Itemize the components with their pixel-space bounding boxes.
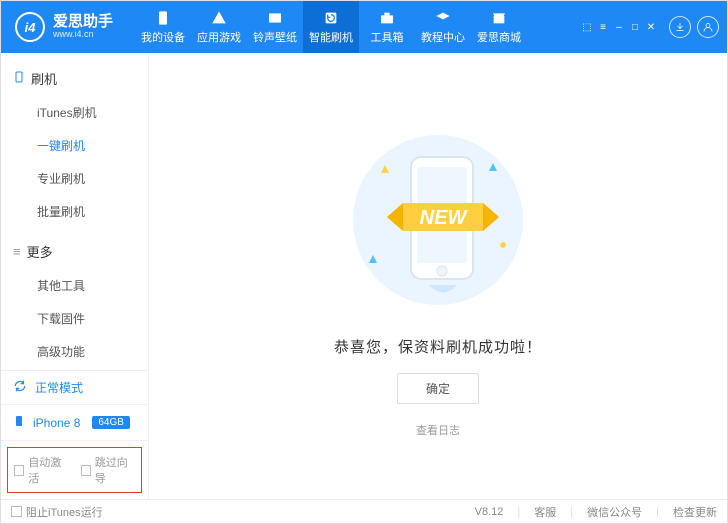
sync-icon — [13, 379, 27, 396]
menu-icon[interactable]: ≡ — [597, 21, 609, 33]
close-icon[interactable]: ✕ — [645, 21, 657, 33]
nav-my-device[interactable]: 我的设备 — [135, 1, 191, 53]
sidebar-section-title: 更多 — [27, 242, 53, 261]
store-icon — [490, 9, 508, 27]
nav-label: 爱思商城 — [477, 29, 521, 45]
skin-icon[interactable]: ⬚ — [581, 21, 593, 33]
nav-label: 应用游戏 — [197, 29, 241, 45]
nav-apps[interactable]: 应用游戏 — [191, 1, 247, 53]
success-illustration: NEW — [333, 125, 543, 318]
sidebar-item-batch-flash[interactable]: 批量刷机 — [1, 195, 148, 228]
device-mode[interactable]: 正常模式 — [1, 371, 148, 405]
brand-badge: i4 — [15, 12, 45, 42]
window-controls: ⬚ ≡ – □ ✕ — [581, 21, 657, 33]
minimize-icon[interactable]: – — [613, 21, 625, 33]
apps-icon — [210, 9, 228, 27]
nav-label: 工具箱 — [371, 29, 404, 45]
nav-toolbox[interactable]: 工具箱 — [359, 1, 415, 53]
sidebar-item-advanced[interactable]: 高级功能 — [1, 335, 148, 368]
ok-button[interactable]: 确定 — [397, 373, 479, 404]
sidebar-item-other-tools[interactable]: 其他工具 — [1, 269, 148, 302]
sidebar: 刷机 iTunes刷机 一键刷机 专业刷机 批量刷机 ≡ 更多 其他工具 下载固… — [1, 53, 149, 499]
image-icon — [266, 9, 284, 27]
nav-flash[interactable]: 智能刷机 — [303, 1, 359, 53]
refresh-icon — [322, 9, 340, 27]
sidebar-item-pro-flash[interactable]: 专业刷机 — [1, 162, 148, 195]
status-bar: 阻止iTunes运行 V8.12 | 客服 | 微信公众号 | 检查更新 — [1, 499, 727, 523]
nav-tutorials[interactable]: 教程中心 — [415, 1, 471, 53]
version-label: V8.12 — [475, 506, 504, 518]
maximize-icon[interactable]: □ — [629, 21, 641, 33]
device-storage-badge: 64GB — [92, 416, 130, 429]
sidebar-item-itunes-flash[interactable]: iTunes刷机 — [1, 96, 148, 129]
device-row[interactable]: iPhone 8 64GB — [1, 405, 148, 441]
device-mode-label: 正常模式 — [35, 379, 83, 396]
banner-text: NEW — [420, 207, 469, 229]
nav-label: 铃声壁纸 — [253, 29, 297, 45]
phone-icon — [154, 9, 172, 27]
list-icon: ≡ — [13, 244, 21, 259]
brand-url: www.i4.cn — [53, 30, 113, 40]
checkbox-auto-activate[interactable]: 自动激活 — [14, 454, 69, 486]
device-phone-icon — [13, 413, 25, 432]
sidebar-section-title: 刷机 — [31, 69, 57, 88]
flash-options-highlight: 自动激活 跳过向导 — [7, 447, 142, 493]
user-button[interactable] — [697, 16, 719, 38]
nav-label: 我的设备 — [141, 29, 185, 45]
nav-store[interactable]: 爱思商城 — [471, 1, 527, 53]
success-message: 恭喜您，保资料刷机成功啦！ — [334, 336, 542, 357]
graduation-icon — [434, 9, 452, 27]
status-link-support[interactable]: 客服 — [534, 504, 556, 520]
checkbox-label: 阻止iTunes运行 — [26, 504, 103, 520]
checkbox-block-itunes[interactable]: 阻止iTunes运行 — [11, 504, 103, 520]
main-content: NEW 恭喜您，保资料刷机成功啦！ 确定 查看日志 — [149, 53, 727, 499]
phone-outline-icon — [13, 70, 25, 87]
top-nav: 我的设备 应用游戏 铃声壁纸 智能刷机 工具箱 教程中心 — [135, 1, 527, 53]
toolbox-icon — [378, 9, 396, 27]
checkbox-skip-wizard[interactable]: 跳过向导 — [81, 454, 136, 486]
app-header: i4 爱思助手 www.i4.cn 我的设备 应用游戏 铃声壁纸 智能刷机 — [1, 1, 727, 53]
sidebar-section-flash[interactable]: 刷机 — [1, 63, 148, 94]
nav-ringtones[interactable]: 铃声壁纸 — [247, 1, 303, 53]
status-link-wechat[interactable]: 微信公众号 — [587, 504, 642, 520]
status-link-update[interactable]: 检查更新 — [673, 504, 717, 520]
checkbox-label: 跳过向导 — [95, 454, 135, 486]
sidebar-section-more[interactable]: ≡ 更多 — [1, 236, 148, 267]
brand-name: 爱思助手 — [53, 14, 113, 31]
view-log-link[interactable]: 查看日志 — [416, 422, 460, 438]
nav-label: 教程中心 — [421, 29, 465, 45]
download-button[interactable] — [669, 16, 691, 38]
sidebar-item-download-firmware[interactable]: 下载固件 — [1, 302, 148, 335]
nav-label: 智能刷机 — [309, 29, 353, 45]
brand-logo: i4 爱思助手 www.i4.cn — [1, 12, 127, 42]
checkbox-label: 自动激活 — [28, 454, 68, 486]
sidebar-item-oneclick-flash[interactable]: 一键刷机 — [1, 129, 148, 162]
device-name: iPhone 8 — [33, 416, 80, 430]
